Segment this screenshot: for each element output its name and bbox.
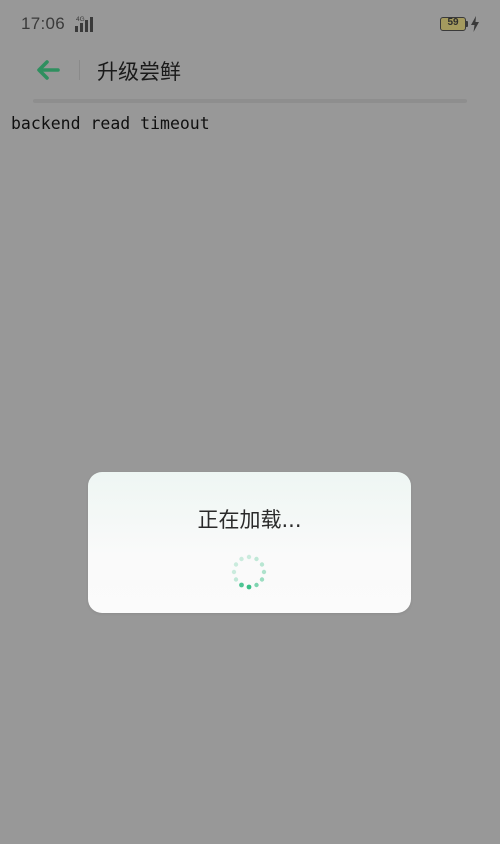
battery-level: 59: [447, 17, 459, 28]
status-time: 17:06: [21, 14, 66, 33]
charging-bolt-icon: [471, 16, 479, 32]
app-header: 升级尝鲜: [0, 45, 500, 95]
loading-text: 正在加载...: [197, 508, 302, 532]
header-progress-rule: [33, 99, 467, 103]
header-divider: [79, 60, 80, 80]
signal-icon: 4G: [75, 16, 93, 32]
page-title: 升级尝鲜: [97, 60, 181, 84]
status-bar: 17:06 4G 59: [0, 0, 500, 50]
network-type-label: 4G: [76, 16, 85, 23]
app-screen: 17:06 4G 59 升级尝鲜 backend read timeout 正在…: [0, 0, 500, 844]
error-message: backend read timeout: [11, 114, 210, 133]
loading-spinner-icon: [231, 554, 267, 590]
battery-icon: 59: [440, 17, 466, 31]
back-arrow-icon: [37, 60, 60, 80]
loading-dialog: 正在加载...: [88, 472, 411, 613]
battery-cap: [466, 21, 468, 27]
back-button[interactable]: [33, 55, 63, 85]
